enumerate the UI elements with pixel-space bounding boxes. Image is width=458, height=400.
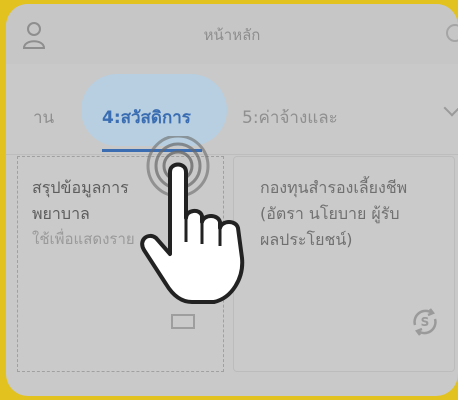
page-title: หน้าหลัก — [203, 26, 261, 44]
svg-text:S: S — [421, 315, 430, 329]
search-icon[interactable] — [446, 24, 458, 42]
tab-wages[interactable]: 5:ค่าจ้างและ — [242, 104, 338, 131]
refresh-icon: S — [413, 308, 437, 336]
tab-3[interactable]: าน — [33, 104, 54, 131]
card-title-line2: (อัตรา นโยบาย ผู้รับ — [260, 204, 400, 223]
card-title-line3: ผลประโยชน์) — [260, 230, 353, 249]
document-icon — [171, 314, 195, 329]
tap-hand-icon — [140, 136, 245, 304]
hand-shape — [140, 162, 245, 304]
top-bar: หน้าหลัก — [6, 4, 458, 64]
app-window: หน้าหลัก าน 4:สวัสดิการ 5:ค่าจ้างและ สรุ… — [6, 4, 458, 396]
tab-welfare[interactable]: 4:สวัสดิการ — [102, 104, 191, 131]
card-title-line1: กองทุนสำรองเลี้ยงชีพ — [260, 178, 408, 197]
chevron-down-icon[interactable] — [443, 99, 458, 117]
